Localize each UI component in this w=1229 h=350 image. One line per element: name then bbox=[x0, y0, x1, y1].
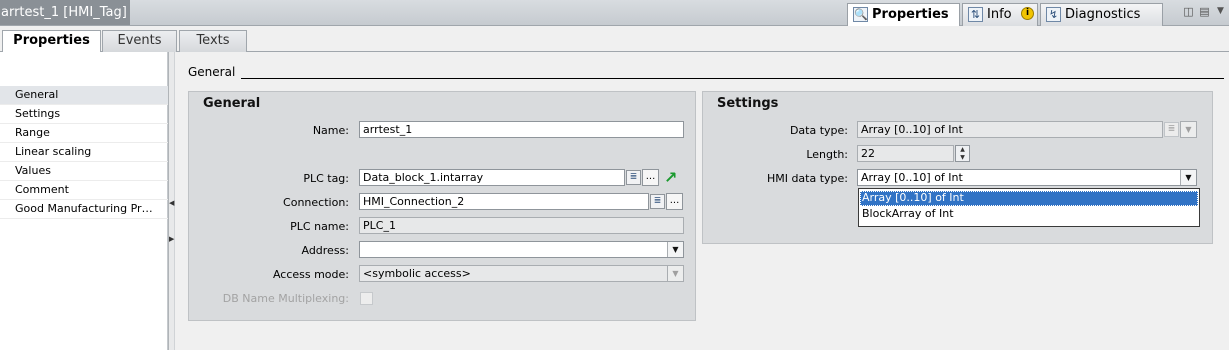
tab-diagnostics-top[interactable]: ↯ Diagnostics bbox=[1040, 3, 1163, 26]
access-mode-dropdown: <symbolic access> ▼ bbox=[359, 265, 684, 282]
expand-right-icon[interactable]: ▶ bbox=[169, 235, 174, 244]
plc-name-field: PLC_1 bbox=[359, 217, 684, 234]
connection-field[interactable]: HMI_Connection_2 bbox=[359, 193, 649, 210]
address-dropdown[interactable]: ▼ bbox=[359, 241, 684, 258]
goto-arrow-icon[interactable]: ↗ bbox=[664, 170, 677, 186]
data-type-label: Data type: bbox=[789, 124, 848, 137]
info-badge-icon: i bbox=[1021, 7, 1034, 20]
tab-info-top-label: Info bbox=[987, 7, 1012, 22]
tab-diagnostics-top-label: Diagnostics bbox=[1065, 7, 1141, 22]
hmi-data-type-label: HMI data type: bbox=[766, 172, 848, 185]
restore-icon[interactable]: ◫ bbox=[1183, 6, 1194, 17]
connection-browse-button[interactable]: ... bbox=[666, 193, 683, 210]
info-icon: ⇅ bbox=[968, 7, 983, 22]
tab-events[interactable]: Events bbox=[102, 30, 177, 52]
list-icon[interactable]: ≣ bbox=[626, 170, 641, 185]
sidebar-item-general[interactable]: General bbox=[0, 86, 168, 105]
tab-texts[interactable]: Texts bbox=[179, 30, 247, 52]
length-field: 22 bbox=[857, 145, 954, 162]
db-multiplexing-label: DB Name Multiplexing: bbox=[222, 292, 349, 305]
name-field[interactable]: arrtest_1 bbox=[359, 121, 684, 138]
chevron-down-icon: ▼ bbox=[667, 266, 683, 281]
section-divider bbox=[241, 78, 1224, 79]
window-title: arrtest_1 [HMI_Tag] bbox=[0, 0, 130, 25]
connection-label: Connection: bbox=[283, 196, 349, 209]
access-mode-value: <symbolic access> bbox=[363, 267, 471, 280]
stepper-down-icon[interactable]: ▼ bbox=[956, 154, 969, 162]
db-multiplexing-checkbox bbox=[360, 292, 373, 305]
chevron-down-icon[interactable]: ▼ bbox=[667, 242, 683, 257]
title-bar: arrtest_1 [HMI_Tag] 🔍 Properties ⇅ Info … bbox=[0, 0, 1229, 27]
tab-properties-top-label: Properties bbox=[872, 7, 949, 22]
settings-group-title: Settings bbox=[717, 96, 779, 111]
name-label: Name: bbox=[312, 124, 349, 137]
sidebar-item-gmp[interactable]: Good Manufacturing Pra... bbox=[0, 200, 168, 219]
properties-icon: 🔍 bbox=[853, 7, 868, 22]
hmi-data-type-value: Array [0..10] of Int bbox=[861, 171, 963, 184]
stepper-up-icon[interactable]: ▲ bbox=[956, 146, 969, 154]
plc-tag-browse-button[interactable]: ... bbox=[642, 169, 659, 186]
sidebar-item-range[interactable]: Range bbox=[0, 124, 168, 143]
chevron-down-icon[interactable]: ▼ bbox=[1215, 6, 1226, 17]
length-stepper[interactable]: ▲ ▼ bbox=[955, 145, 970, 162]
length-label: Length: bbox=[806, 148, 848, 161]
sidebar-item-settings[interactable]: Settings bbox=[0, 105, 168, 124]
list-icon[interactable]: ≣ bbox=[650, 194, 665, 209]
sidebar-item-comment[interactable]: Comment bbox=[0, 181, 168, 200]
sidebar-item-linear-scaling[interactable]: Linear scaling bbox=[0, 143, 168, 162]
sidebar-item-values[interactable]: Values bbox=[0, 162, 168, 181]
tab-info-top[interactable]: ⇅ Info i bbox=[962, 3, 1038, 26]
dropdown-option[interactable]: BlockArray of Int bbox=[860, 207, 1198, 222]
address-label: Address: bbox=[301, 244, 349, 257]
plc-tag-label: PLC tag: bbox=[303, 172, 349, 185]
chevron-down-icon[interactable]: ▼ bbox=[1180, 170, 1196, 185]
hmi-data-type-options-list: Array [0..10] of Int BlockArray of Int bbox=[858, 188, 1200, 227]
collapse-left-icon[interactable]: ◀ bbox=[169, 199, 174, 208]
section-title: General bbox=[188, 65, 236, 79]
inspector-tab-row: Properties Events Texts bbox=[0, 26, 1229, 53]
data-type-dropdown-button: ▼ bbox=[1180, 121, 1197, 138]
layout-icon[interactable]: ▤ bbox=[1199, 6, 1210, 17]
list-icon: ≣ bbox=[1164, 122, 1179, 137]
property-sidebar: General Settings Range Linear scaling Va… bbox=[0, 52, 168, 350]
general-group-title: General bbox=[203, 96, 261, 111]
diagnostics-icon: ↯ bbox=[1046, 7, 1061, 22]
plc-name-label: PLC name: bbox=[290, 220, 349, 233]
tab-properties[interactable]: Properties bbox=[2, 30, 101, 53]
access-mode-label: Access mode: bbox=[272, 268, 349, 281]
hmi-data-type-dropdown[interactable]: Array [0..10] of Int ▼ bbox=[857, 169, 1197, 186]
chevron-down-icon: ▼ bbox=[1181, 122, 1196, 137]
tab-properties-top[interactable]: 🔍 Properties bbox=[847, 3, 960, 27]
plc-tag-field[interactable]: Data_block_1.intarray bbox=[359, 169, 625, 186]
dropdown-option[interactable]: Array [0..10] of Int bbox=[860, 191, 1198, 206]
data-type-field: Array [0..10] of Int bbox=[857, 121, 1163, 138]
